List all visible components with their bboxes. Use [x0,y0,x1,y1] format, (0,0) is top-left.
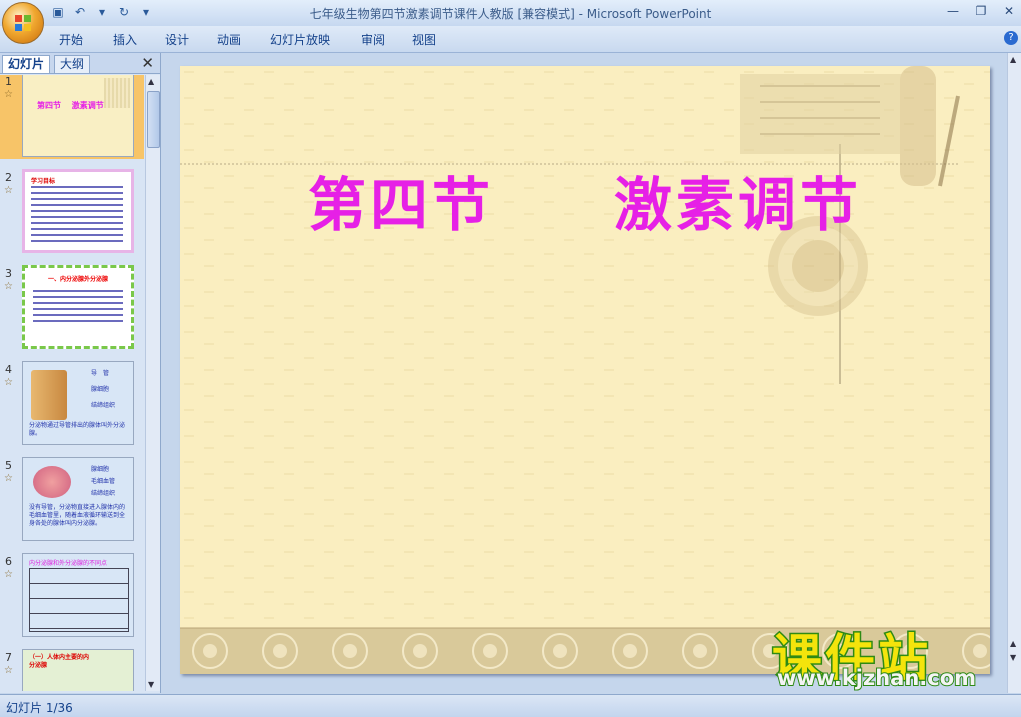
thumbnail-number: 4 [5,363,12,376]
rosette-ornament [472,633,508,669]
ribbon-tab-bar: 开始 插入 设计 动画 幻灯片放映 审阅 视图 ? [0,26,1021,53]
rosette-ornament [612,633,648,669]
scroll-up-icon[interactable]: ▲ [148,77,154,86]
thumbnail-text-lines [31,186,123,242]
slides-pane: 幻灯片 大纲 ✕ 1 ☆ 第四节 激素调节 2 ☆ 学习目标 3 ☆ 一、内分泌… [0,53,161,693]
thumbnail-label: 结缔组织 [91,402,116,409]
scrollbar-thumb[interactable] [147,91,160,148]
thumbnail-image: 学习目标 [22,169,134,253]
thumbnail-number: 2 [5,171,12,184]
thumbnail-title: （一）人体内主要的内分泌腺 [29,654,90,669]
thumbnail-label: 结缔组织 [91,490,116,497]
thumbnail-slide-4[interactable]: 4 ☆ 导 管 腺细胞 结缔组织 分泌物通过导管排出的腺体叫外分泌腺。 [0,355,144,447]
thumbnail-image: 第四节 激素调节 [22,75,134,157]
rosette-ornament [542,633,578,669]
gland-illustration [33,466,71,498]
tab-animations[interactable]: 动画 [217,31,241,48]
pane-close-icon[interactable]: ✕ [141,54,154,72]
thumbnail-title: 一、内分泌腺外分泌腺 [47,276,108,283]
minimize-icon[interactable]: — [945,3,961,19]
transition-star-icon: ☆ [4,89,13,100]
thumbnail-number: 1 [5,75,12,88]
thumbnail-image: 内分泌腺和外分泌腺的不同点 [22,553,134,637]
thumbnail-number: 6 [5,555,12,568]
title-bar: ▣ ↶ ▾ ↻ ▾ 七年级生物第四节激素调节课件人教版 [兼容模式] - Mic… [0,0,1021,44]
thumbnail-title: 内分泌腺和外分泌腺的不同点 [29,560,108,567]
slide-edit-area: 第四节 激素调节 [162,53,1007,693]
tab-review[interactable]: 审阅 [361,31,385,48]
scroll-down-icon[interactable]: ▼ [148,680,154,689]
rosette-ornament [402,633,438,669]
rosette-ornament [682,633,718,669]
thumbnail-title: 第四节 激素调节 [37,101,104,110]
slide-title-part2: 激素调节 [614,171,863,239]
thumbnail-number: 5 [5,459,12,472]
thumbnail-label: 毛细血管 [91,478,116,485]
thumbnail-caption: 没有导管，分泌物直接进入腺体内的毛细血管里，随着血液循环输送到全身各处的腺体叫内… [29,504,126,527]
thumbnail-image: 导 管 腺细胞 结缔组织 分泌物通过导管排出的腺体叫外分泌腺。 [22,361,134,445]
office-button[interactable] [2,2,44,44]
transition-star-icon: ☆ [4,377,13,388]
tab-view[interactable]: 视图 [412,31,436,48]
slide-scrollbar[interactable]: ▲ ▲ ▼ [1007,53,1021,693]
slide-title[interactable]: 第四节 激素调节 [180,158,990,242]
thumbnail-slide-7[interactable]: 7 ☆ （一）人体内主要的内分泌腺 [0,643,144,691]
tab-home[interactable]: 开始 [59,31,83,48]
thumbnail-slide-6[interactable]: 6 ☆ 内分泌腺和外分泌腺的不同点 [0,547,144,639]
thumbnail-text-lines [33,290,123,324]
thumbnail-caption: 分泌物通过导管排出的腺体叫外分泌腺。 [29,422,126,437]
thumbnail-number: 3 [5,267,12,280]
tab-design[interactable]: 设计 [165,31,189,48]
thumbnail-scrollbar[interactable]: ▲ ▼ [145,75,160,691]
scroll-up-icon[interactable]: ▲ [1010,55,1016,64]
thumbnail-number: 7 [5,651,12,664]
thumbnail-table [29,568,129,632]
slide-indicator: 幻灯片 1/36 [6,701,73,715]
tab-slideshow[interactable]: 幻灯片放映 [270,31,330,48]
thumbnail-label: 腺细胞 [91,386,110,393]
office-logo-icon [15,15,31,31]
thumbnail-image: 一、内分泌腺外分泌腺 [22,265,134,349]
gland-illustration [31,370,67,420]
watermark-url: www.kjzhan.com [776,665,977,691]
window-title: 七年级生物第四节激素调节课件人教版 [兼容模式] - Microsoft Pow… [309,7,712,21]
thumbnail-slide-2[interactable]: 2 ☆ 学习目标 [0,163,144,255]
site-watermark: 课件站 www.kjzhan.com [771,618,1012,694]
transition-star-icon: ☆ [4,473,13,484]
thumbnail-slide-5[interactable]: 5 ☆ 腺细胞 毛细血管 结缔组织 没有导管，分泌物直接进入腺体内的毛细血管里，… [0,451,144,543]
thumbnail-title: 学习目标 [31,178,56,185]
thumbnail-label: 导 管 [91,370,110,377]
thumbnail-slide-1[interactable]: 1 ☆ 第四节 激素调节 [0,75,144,159]
rosette-ornament [262,633,298,669]
transition-star-icon: ☆ [4,281,13,292]
tab-insert[interactable]: 插入 [113,31,137,48]
thumbnail-list: 1 ☆ 第四节 激素调节 2 ☆ 学习目标 3 ☆ 一、内分泌腺外分泌腺 4 ☆… [0,75,144,691]
slide-canvas[interactable]: 第四节 激素调节 [180,66,990,674]
transition-star-icon: ☆ [4,665,13,676]
thumbnail-image: 腺细胞 毛细血管 结缔组织 没有导管，分泌物直接进入腺体内的毛细血管里，随着血液… [22,457,134,541]
thumbnail-image: （一）人体内主要的内分泌腺 [22,649,134,691]
help-icon[interactable]: ? [1004,31,1018,45]
restore-icon[interactable]: ❐ [973,3,989,19]
rosette-ornament [332,633,368,669]
tab-slides[interactable]: 幻灯片 [2,55,51,73]
slide-title-part1: 第四节 [307,171,494,239]
close-icon[interactable]: ✕ [1001,3,1017,19]
thumbnail-slide-3[interactable]: 3 ☆ 一、内分泌腺外分泌腺 [0,259,144,351]
window-controls: — ❐ ✕ [945,3,1017,19]
pane-tabs: 幻灯片 大纲 ✕ [0,53,160,74]
thumbnail-label: 腺细胞 [91,466,110,473]
transition-star-icon: ☆ [4,185,13,196]
status-bar: 幻灯片 1/36 [0,694,1021,717]
rosette-ornament [192,633,228,669]
tab-outline[interactable]: 大纲 [54,55,91,73]
transition-star-icon: ☆ [4,569,13,580]
scroll-decoration [104,78,130,108]
